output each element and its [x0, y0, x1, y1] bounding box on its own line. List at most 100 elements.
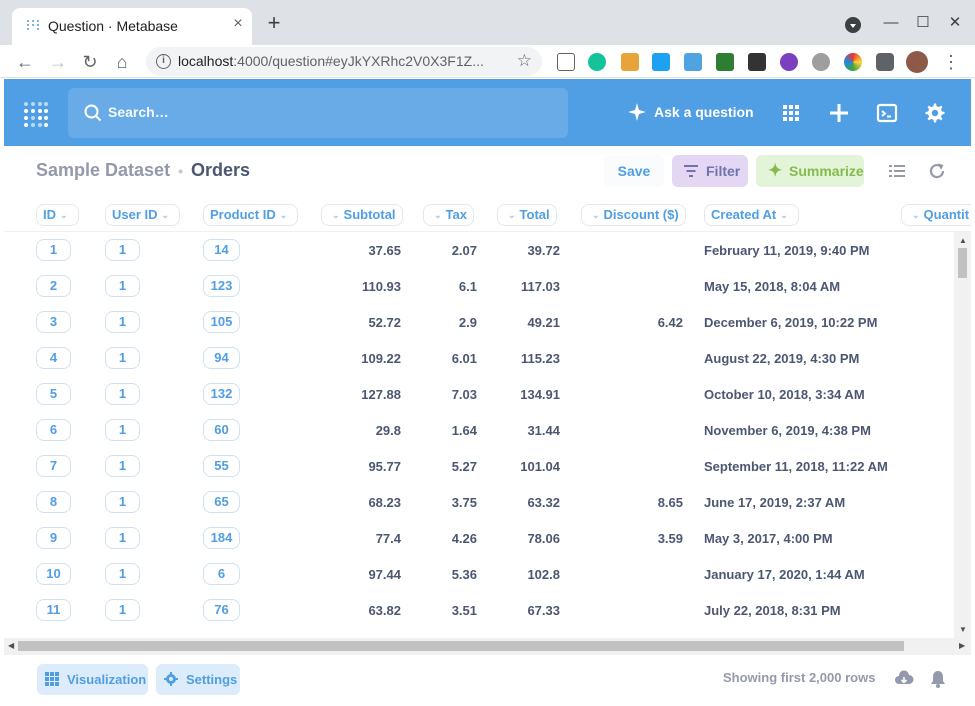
cell-user-id[interactable]: 1 [105, 455, 140, 477]
cell-user-id[interactable]: 1 [105, 419, 140, 441]
cell-product-id[interactable]: 123 [203, 275, 240, 297]
cell-subtotal[interactable]: 110.93 [321, 279, 401, 294]
profile-menu-icon[interactable] [845, 17, 861, 33]
home-icon[interactable]: ⌂ [109, 49, 135, 75]
twitter-icon[interactable] [652, 53, 670, 71]
address-bar[interactable]: i localhost:4000/question#eyJkYXRhc2V0X3… [146, 47, 542, 76]
column-header-quantity[interactable]: ⌄ Quantit [901, 204, 971, 226]
maximize-button[interactable]: ☐ [909, 12, 937, 34]
close-window-button[interactable]: ✕ [941, 12, 969, 34]
cell-created-at[interactable]: August 22, 2019, 4:30 PM [704, 351, 859, 366]
cell-total[interactable]: 117.03 [480, 279, 560, 294]
column-header-total[interactable]: ⌄ Total [497, 204, 557, 226]
cell-tax[interactable]: 2.07 [397, 243, 477, 258]
horizontal-scroll-thumb[interactable] [18, 641, 904, 651]
cell-subtotal[interactable]: 68.23 [321, 495, 401, 510]
cell-tax[interactable]: 5.36 [397, 567, 477, 582]
reader-mode-icon[interactable] [557, 53, 575, 71]
back-icon[interactable]: ← [12, 49, 38, 75]
cell-subtotal[interactable]: 63.82 [321, 603, 401, 618]
cell-created-at[interactable]: July 22, 2018, 8:31 PM [704, 603, 841, 618]
list-icon[interactable] [888, 162, 906, 180]
cell-created-at[interactable]: November 6, 2019, 4:38 PM [704, 423, 871, 438]
cell-created-at[interactable]: May 3, 2017, 4:00 PM [704, 531, 833, 546]
cell-tax[interactable]: 4.26 [397, 531, 477, 546]
cell-total[interactable]: 78.06 [480, 531, 560, 546]
tab-close-icon[interactable]: × [228, 14, 248, 34]
cell-discount[interactable]: 8.65 [603, 495, 683, 510]
cell-id[interactable]: 6 [36, 419, 71, 441]
cell-user-id[interactable]: 1 [105, 527, 140, 549]
cell-product-id[interactable]: 105 [203, 311, 240, 333]
column-header-id[interactable]: ID ⌄ [36, 204, 79, 226]
cell-user-id[interactable]: 1 [105, 383, 140, 405]
bell-icon[interactable] [928, 669, 948, 689]
cell-user-id[interactable]: 1 [105, 275, 140, 297]
cell-user-id[interactable]: 1 [105, 599, 140, 621]
cell-total[interactable]: 31.44 [480, 423, 560, 438]
vertical-scroll-thumb[interactable] [958, 248, 967, 278]
metabase-logo-icon[interactable] [24, 101, 48, 127]
cell-total[interactable]: 134.91 [480, 387, 560, 402]
new-tab-button[interactable]: + [262, 12, 286, 36]
cell-product-id[interactable]: 184 [203, 527, 240, 549]
extension-icon[interactable] [621, 53, 639, 71]
cell-id[interactable]: 11 [36, 599, 71, 621]
cell-total[interactable]: 63.32 [480, 495, 560, 510]
filter-button[interactable]: Filter [672, 155, 748, 187]
cell-id[interactable]: 8 [36, 491, 71, 513]
cell-subtotal[interactable]: 109.22 [321, 351, 401, 366]
cell-created-at[interactable]: September 11, 2018, 11:22 AM [704, 459, 888, 474]
cell-created-at[interactable]: June 17, 2019, 2:37 AM [704, 495, 845, 510]
cell-created-at[interactable]: October 10, 2018, 3:34 AM [704, 387, 865, 402]
column-header-user-id[interactable]: User ID ⌄ [105, 204, 181, 226]
cell-subtotal[interactable]: 37.65 [321, 243, 401, 258]
extension-icon[interactable] [716, 53, 734, 71]
cell-tax[interactable]: 7.03 [397, 387, 477, 402]
column-header-product-id[interactable]: Product ID ⌄ [203, 204, 299, 226]
scroll-down-arrow[interactable]: ▼ [959, 625, 967, 634]
cell-user-id[interactable]: 1 [105, 311, 140, 333]
ask-question-button[interactable]: Ask a question [628, 103, 754, 123]
cell-subtotal[interactable]: 95.77 [321, 459, 401, 474]
cell-created-at[interactable]: May 15, 2018, 8:04 AM [704, 279, 840, 294]
settings-button[interactable]: Settings [156, 664, 240, 695]
cell-product-id[interactable]: 60 [203, 419, 240, 441]
cell-total[interactable]: 67.33 [480, 603, 560, 618]
color-picker-icon[interactable] [844, 53, 862, 71]
cell-created-at[interactable]: December 6, 2019, 10:22 PM [704, 315, 877, 330]
cell-total[interactable]: 49.21 [480, 315, 560, 330]
horizontal-scrollbar[interactable]: ◀ ▶ [4, 638, 971, 654]
cell-product-id[interactable]: 55 [203, 455, 240, 477]
extension-icon[interactable] [812, 53, 830, 71]
scroll-up-arrow[interactable]: ▲ [959, 236, 967, 245]
cell-user-id[interactable]: 1 [105, 491, 140, 513]
cell-tax[interactable]: 6.1 [397, 279, 477, 294]
gear-icon[interactable] [924, 102, 946, 124]
avatar[interactable] [906, 51, 928, 73]
browser-menu-icon[interactable]: ⋮ [938, 49, 964, 75]
cell-user-id[interactable]: 1 [105, 239, 140, 261]
cell-id[interactable]: 10 [36, 563, 71, 585]
grid-icon[interactable] [780, 102, 802, 124]
browser-tab[interactable]: Question · Metabase × [12, 8, 252, 45]
cell-product-id[interactable]: 65 [203, 491, 240, 513]
download-icon[interactable] [894, 669, 914, 689]
extensions-puzzle-icon[interactable] [876, 53, 894, 71]
cell-total[interactable]: 115.23 [480, 351, 560, 366]
forward-icon[interactable]: → [45, 49, 71, 75]
cell-subtotal[interactable]: 29.8 [321, 423, 401, 438]
cell-total[interactable]: 39.72 [480, 243, 560, 258]
cell-id[interactable]: 2 [36, 275, 71, 297]
reload-icon[interactable]: ↻ [77, 49, 103, 75]
cell-id[interactable]: 9 [36, 527, 71, 549]
breadcrumb-database[interactable]: Sample Dataset [36, 160, 170, 180]
cell-discount[interactable]: 3.59 [603, 531, 683, 546]
plus-icon[interactable] [828, 102, 850, 124]
refresh-icon[interactable] [928, 162, 946, 180]
column-header-subtotal[interactable]: ⌄ Subtotal [321, 204, 403, 226]
site-info-icon[interactable]: i [156, 54, 171, 69]
cell-user-id[interactable]: 1 [105, 563, 140, 585]
search-input[interactable]: Search… [68, 88, 568, 138]
vertical-scrollbar[interactable]: ▲ ▼ [954, 232, 971, 638]
